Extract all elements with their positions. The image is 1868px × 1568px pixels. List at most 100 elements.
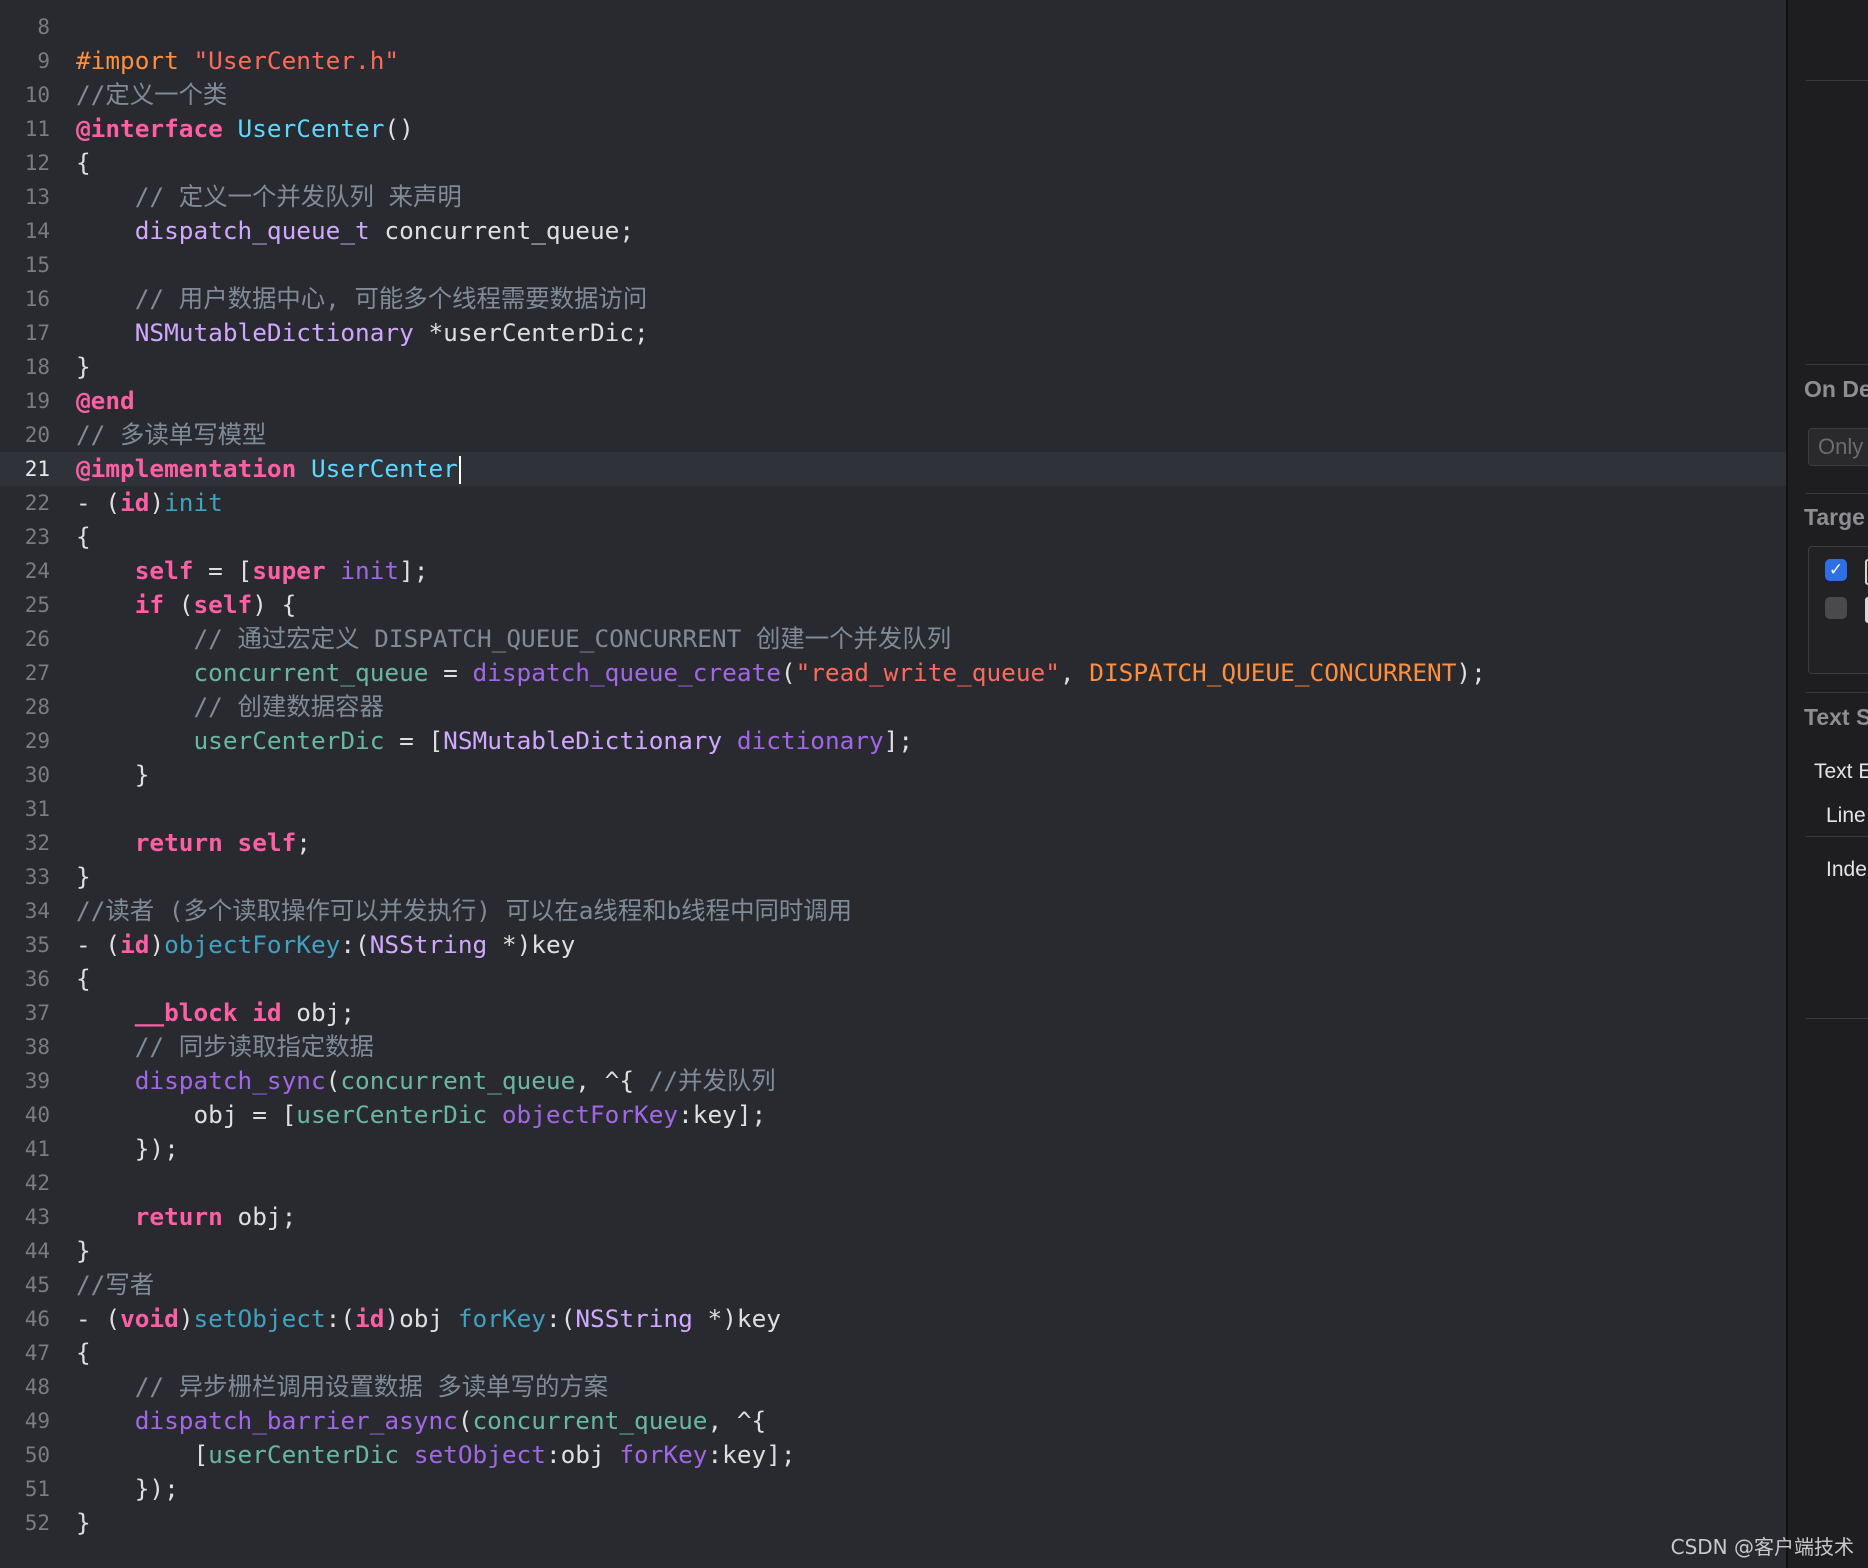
code-line[interactable]: 44} — [0, 1234, 1786, 1268]
source-editor[interactable]: 8 9 #import "UserCenter.h" 10 //定义一个类 11 @inte… — [0, 0, 1786, 1568]
code-line[interactable]: 43 return obj; — [0, 1200, 1786, 1234]
code-line[interactable]: 40 obj = [userCenterDic objectForKey:key… — [0, 1098, 1786, 1132]
divider — [1806, 692, 1868, 693]
code-text: // 用户数据中心, 可能多个线程需要数据访问 — [76, 282, 647, 316]
code-token: //读者 (多个读取操作可以并发执行) 可以在a线程和b线程中同时调用 — [76, 896, 853, 925]
code-token: id — [120, 930, 150, 959]
code-line[interactable]: 50 [userCenterDic setObject:obj forKey:k… — [0, 1438, 1786, 1472]
code-line[interactable]: 52} — [0, 1506, 1786, 1540]
code-line[interactable]: 33} — [0, 860, 1786, 894]
code-token: concurrent_queue — [340, 1066, 576, 1095]
code-line[interactable]: 17 NSMutableDictionary *userCenterDic; — [0, 316, 1786, 350]
code-token: dispatch_barrier_async — [134, 1406, 458, 1435]
code-token: init — [340, 556, 400, 585]
line-number: 15 — [24, 253, 50, 277]
code-line[interactable]: 19 @end — [0, 384, 1786, 418]
code-line[interactable]: 47 { — [0, 1336, 1786, 1370]
code-line[interactable]: 12 { — [0, 146, 1786, 180]
code-token: ( — [780, 658, 796, 687]
code-line[interactable]: 8 — [0, 10, 1786, 44]
target-checkbox-1[interactable]: ✓ — [1825, 559, 1847, 581]
code-line[interactable]: 16 // 用户数据中心, 可能多个线程需要数据访问 — [0, 282, 1786, 316]
code-token: return — [134, 1202, 223, 1231]
code-line[interactable]: 42 — [0, 1166, 1786, 1200]
on-demand-tags-placeholder: Only — [1818, 434, 1864, 459]
code-line[interactable]: 9 #import "UserCenter.h" — [0, 44, 1786, 78]
code-line[interactable]: 35 - (id)objectForKey:(NSString *)key — [0, 928, 1786, 962]
line-number: 8 — [37, 15, 50, 39]
code-token: forKey — [457, 1304, 546, 1333]
code-line[interactable]: 21 @implementation UserCenter — [0, 452, 1786, 486]
code-line[interactable]: 37 __block id obj; — [0, 996, 1786, 1030]
code-token: } — [76, 862, 91, 891]
code-line[interactable]: 30 } — [0, 758, 1786, 792]
target-membership-heading: Targe — [1804, 504, 1865, 530]
code-line[interactable]: 22 - (id)init — [0, 486, 1786, 520]
code-token: concurrent_queue — [472, 1406, 708, 1435]
code-text: } — [76, 758, 150, 792]
code-token: :obj — [545, 1440, 620, 1469]
code-token: concurrent_queue — [193, 658, 429, 687]
code-line[interactable]: 27 concurrent_queue = dispatch_queue_cre… — [0, 656, 1786, 690]
code-token: ( — [325, 1066, 341, 1095]
code-line[interactable]: 20 // 多读单写模型 — [0, 418, 1786, 452]
code-line[interactable]: 51 }); — [0, 1472, 1786, 1506]
target-checkbox-2[interactable] — [1825, 597, 1847, 619]
code-token: :( — [545, 1304, 576, 1333]
code-token: ) — [178, 1304, 194, 1333]
code-line[interactable]: 39 dispatch_sync(concurrent_queue, ^{ //… — [0, 1064, 1786, 1098]
code-line[interactable]: 11 @interface UserCenter() — [0, 112, 1786, 146]
on-demand-tags-field[interactable]: Only — [1808, 428, 1868, 466]
divider — [1806, 836, 1868, 837]
code-line[interactable]: 29 userCenterDic = [NSMutableDictionary … — [0, 724, 1786, 758]
code-line[interactable]: 10 //定义一个类 — [0, 78, 1786, 112]
line-number: 19 — [24, 389, 50, 413]
code-line[interactable]: 25 if (self) { — [0, 588, 1786, 622]
code-line[interactable]: 24 self = [super init]; — [0, 554, 1786, 588]
code-line[interactable]: 13 // 定义一个并发队列 来声明 — [0, 180, 1786, 214]
code-line[interactable]: 15 — [0, 248, 1786, 282]
code-line[interactable]: 34 //读者 (多个读取操作可以并发执行) 可以在a线程和b线程中同时调用 — [0, 894, 1786, 928]
code-token: userCenterDic — [296, 1100, 488, 1129]
code-token: ) — [149, 488, 165, 517]
line-number: 44 — [24, 1239, 50, 1263]
code-text: __block id obj; — [76, 996, 355, 1030]
code-line[interactable]: 38 // 同步读取指定数据 — [0, 1030, 1786, 1064]
code-token: [ — [76, 1440, 209, 1469]
code-line[interactable]: 45 //写者 — [0, 1268, 1786, 1302]
code-text: // 多读单写模型 — [76, 418, 266, 452]
code-token: @interface — [76, 114, 223, 143]
code-line[interactable]: 26 // 通过宏定义 DISPATCH_QUEUE_CONCURRENT 创建… — [0, 622, 1786, 656]
code-line[interactable]: 32 return self; — [0, 826, 1786, 860]
code-text: @implementation UserCenter — [76, 452, 461, 486]
code-token: self — [134, 556, 194, 585]
code-line[interactable]: 28 // 创建数据容器 — [0, 690, 1786, 724]
code-line[interactable]: 41 }); — [0, 1132, 1786, 1166]
code-line[interactable]: 49 dispatch_barrier_async(concurrent_que… — [0, 1404, 1786, 1438]
code-text: concurrent_queue = dispatch_queue_create… — [76, 656, 1485, 690]
code-token: userCenterDic — [208, 1440, 400, 1469]
code-token: , ^{ — [575, 1066, 649, 1095]
code-line[interactable]: 36 { — [0, 962, 1786, 996]
line-number: 25 — [24, 593, 50, 617]
code-token: NSString — [369, 930, 488, 959]
code-text: }); — [76, 1472, 179, 1506]
line-number: 30 — [24, 763, 50, 787]
code-line[interactable]: 18} — [0, 350, 1786, 384]
code-token: //定义一个类 — [76, 80, 228, 109]
code-text: } — [76, 1234, 91, 1268]
code-line[interactable]: 14 dispatch_queue_t concurrent_queue; — [0, 214, 1786, 248]
code-line[interactable]: 46- (void)setObject:(id)obj forKey:(NSSt… — [0, 1302, 1786, 1336]
code-line[interactable]: 23 { — [0, 520, 1786, 554]
code-line[interactable]: 48 // 异步栅栏调用设置数据 多读单写的方案 — [0, 1370, 1786, 1404]
code-token: #import — [76, 46, 179, 75]
code-token: // 用户数据中心, 可能多个线程需要数据访问 — [134, 284, 648, 313]
code-line[interactable]: 31 — [0, 792, 1786, 826]
